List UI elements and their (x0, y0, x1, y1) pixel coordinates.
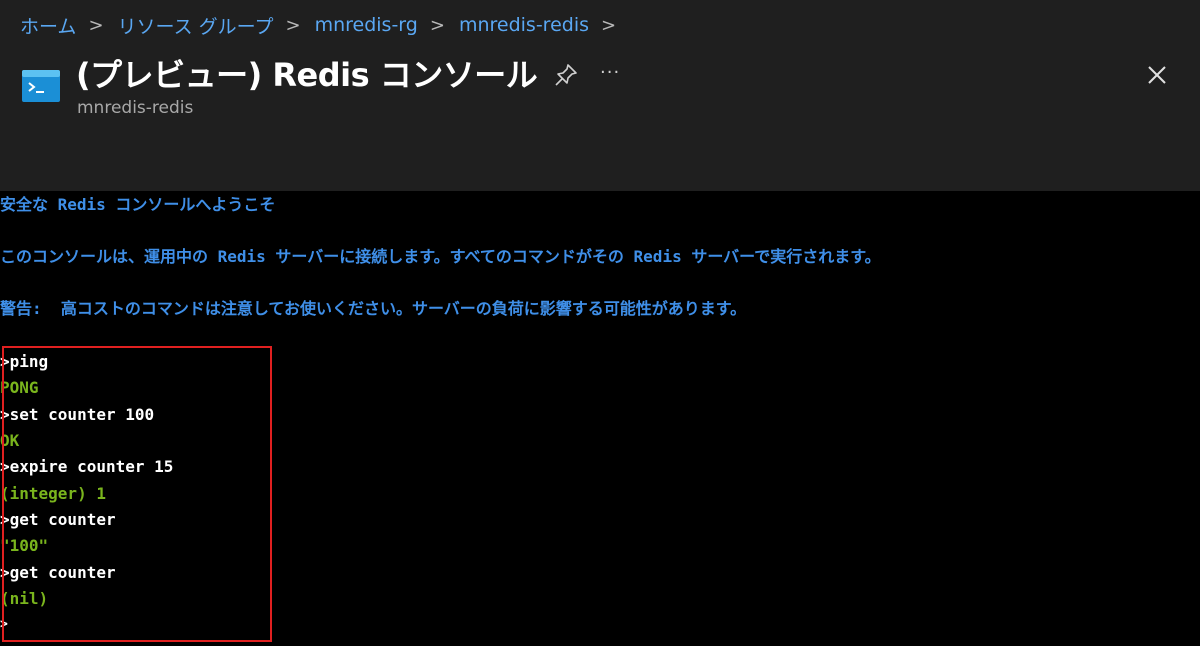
breadcrumb-separator: > (285, 14, 301, 36)
resource-subtitle: mnredis-redis (77, 98, 194, 118)
more-icon[interactable]: ··· (600, 60, 628, 86)
close-icon[interactable] (1146, 64, 1168, 86)
console-output-line: (integer) 1 (0, 484, 106, 503)
console-info: このコンソールは、運用中の Redis サーバーに接続します。すべてのコマンドが… (0, 247, 881, 266)
console-command-line: >get counter (0, 563, 116, 582)
console-command-line: >expire counter 15 (0, 457, 174, 476)
pin-icon[interactable] (553, 62, 579, 88)
console-command-line: >get counter (0, 510, 116, 529)
console-welcome: 安全な Redis コンソールへようこそ (0, 195, 276, 214)
breadcrumb-separator: > (601, 14, 617, 36)
console-icon (22, 70, 60, 102)
breadcrumb-redis-resource[interactable]: mnredis-redis (459, 14, 589, 36)
console-output-line: "100" (0, 536, 49, 555)
console-output-line: OK (0, 431, 20, 450)
console-command-line: >ping (0, 352, 49, 371)
page-title: (プレビュー) Redis コンソール (76, 56, 538, 94)
console-output-line: (nil) (0, 589, 49, 608)
console-warning: 警告: 高コストのコマンドは注意してお使いください。サーバーの負荷に影響する可能… (0, 299, 747, 318)
console-command-line: >set counter 100 (0, 405, 155, 424)
console-output-line: PONG (0, 378, 39, 397)
blade-header: ホーム > リソース グループ > mnredis-rg > mnredis-r… (0, 0, 1200, 191)
console-input-prompt[interactable]: > (0, 615, 8, 635)
breadcrumb-home[interactable]: ホーム (20, 12, 76, 39)
breadcrumb-resource-group[interactable]: mnredis-rg (315, 14, 418, 36)
breadcrumb: ホーム > リソース グループ > mnredis-rg > mnredis-r… (20, 10, 630, 40)
breadcrumb-separator: > (429, 14, 445, 36)
redis-console[interactable]: 安全な Redis コンソールへようこそ このコンソールは、運用中の Redis… (0, 191, 1200, 646)
breadcrumb-resource-groups[interactable]: リソース グループ (118, 12, 274, 39)
breadcrumb-separator: > (88, 14, 104, 36)
